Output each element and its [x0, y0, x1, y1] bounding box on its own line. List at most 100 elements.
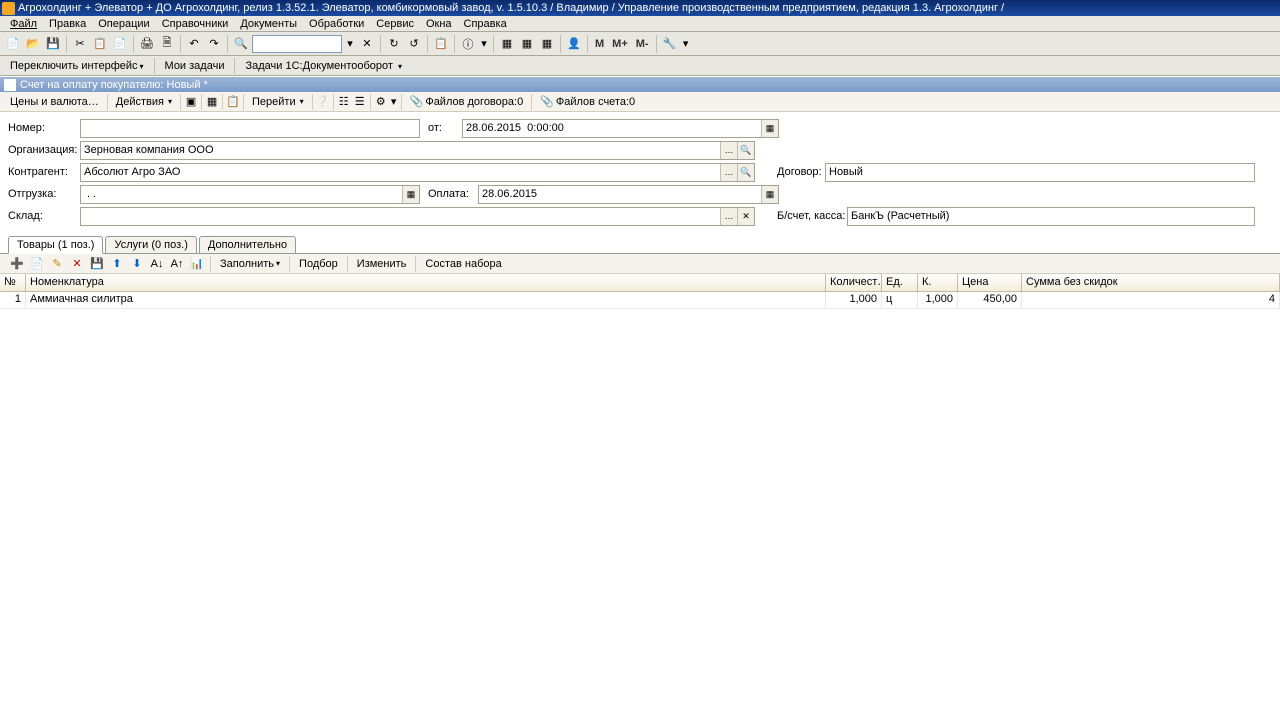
help-icon[interactable]: ❔: [315, 94, 331, 110]
new-icon[interactable]: 📄: [4, 35, 22, 53]
tab-goods[interactable]: Товары (1 поз.): [8, 236, 103, 254]
select-icon[interactable]: …: [720, 208, 737, 225]
menu-processing[interactable]: Обработки: [303, 18, 370, 30]
calendar2-icon[interactable]: ▦: [538, 35, 556, 53]
calendar-icon[interactable]: ▦: [498, 35, 516, 53]
paste-icon[interactable]: 📄: [111, 35, 129, 53]
col-k[interactable]: К.: [918, 274, 958, 291]
col-sum[interactable]: Сумма без скидок: [1022, 274, 1280, 291]
tool-icon[interactable]: 🔧: [661, 35, 679, 53]
calendar-icon[interactable]: ▦: [761, 186, 778, 203]
add-icon[interactable]: ➕: [8, 255, 26, 273]
change-button[interactable]: Изменить: [352, 256, 412, 272]
down-icon[interactable]: ⬇: [128, 255, 146, 273]
counterparty-field[interactable]: …🔍: [80, 163, 755, 182]
warehouse-field[interactable]: …✕: [80, 207, 755, 226]
tasks-1c-button[interactable]: Задачи 1С:Документооборот ▾: [239, 58, 408, 74]
save-icon[interactable]: 💾: [44, 35, 62, 53]
copy-icon[interactable]: 📋: [91, 35, 109, 53]
organization-field[interactable]: …🔍: [80, 141, 755, 160]
search-icon[interactable]: 🔍: [737, 164, 754, 181]
delete-icon[interactable]: ✕: [68, 255, 86, 273]
redo-icon[interactable]: ↷: [205, 35, 223, 53]
chart-icon[interactable]: 📊: [188, 255, 206, 273]
m-button[interactable]: М: [592, 38, 607, 50]
menu-edit[interactable]: Правка: [43, 18, 92, 30]
col-unit[interactable]: Ед.: [882, 274, 918, 291]
select-button[interactable]: Подбор: [294, 256, 343, 272]
shipment-field[interactable]: ▦: [80, 185, 420, 204]
clear-icon[interactable]: ✕: [737, 208, 754, 225]
menu-help[interactable]: Справка: [458, 18, 513, 30]
bank-field[interactable]: [847, 207, 1255, 226]
calendar-icon[interactable]: ▦: [761, 120, 778, 137]
menu-service[interactable]: Сервис: [370, 18, 420, 30]
sort-desc-icon[interactable]: A↑: [168, 255, 186, 273]
contract-files-button[interactable]: 📎 Файлов договора:0: [404, 92, 530, 111]
basis-icon[interactable]: 📋: [225, 94, 241, 110]
search-icon[interactable]: 🔍: [737, 142, 754, 159]
tab-services[interactable]: Услуги (0 поз.): [105, 236, 196, 254]
col-price[interactable]: Цена: [958, 274, 1022, 291]
invoice-files-button[interactable]: 📎 Файлов счета:0: [534, 92, 641, 111]
gear-icon[interactable]: ⚙: [373, 94, 389, 110]
sort-asc-icon[interactable]: A↓: [148, 255, 166, 273]
tab-additional[interactable]: Дополнительно: [199, 236, 296, 254]
date-field[interactable]: ▦: [462, 119, 779, 138]
my-tasks-button[interactable]: Мои задачи: [159, 58, 231, 74]
actions-button[interactable]: Действия▾: [110, 93, 178, 111]
select-icon[interactable]: …: [720, 142, 737, 159]
contract-field[interactable]: [825, 163, 1255, 182]
payment-field[interactable]: ▦: [478, 185, 779, 204]
dropdown-icon[interactable]: ▾: [344, 35, 356, 53]
m-minus-button[interactable]: М-: [633, 38, 652, 50]
post-icon[interactable]: ▣: [183, 94, 199, 110]
clipboard-icon[interactable]: 📋: [432, 35, 450, 53]
copy-row-icon[interactable]: 📄: [28, 255, 46, 273]
col-quantity[interactable]: Количест…: [826, 274, 882, 291]
up-icon[interactable]: ⬆: [108, 255, 126, 273]
undo-icon[interactable]: ↶: [185, 35, 203, 53]
grid-icon[interactable]: ▦: [518, 35, 536, 53]
set-content-button[interactable]: Состав набора: [420, 256, 506, 272]
struct-icon[interactable]: ☷: [336, 94, 352, 110]
number-field[interactable]: [80, 119, 420, 138]
m-plus-button[interactable]: М+: [609, 38, 631, 50]
menu-catalogs[interactable]: Справочники: [156, 18, 235, 30]
switch-interface-button[interactable]: Переключить интерфейс▾: [4, 58, 150, 74]
col-num[interactable]: №: [0, 274, 26, 291]
grid-body[interactable]: 1 Аммиачная силитра 1,000 ц 1,000 450,00…: [0, 292, 1280, 692]
chevron-down-icon: ▾: [166, 97, 172, 106]
user-icon[interactable]: 👤: [565, 35, 583, 53]
table-row[interactable]: 1 Аммиачная силитра 1,000 ц 1,000 450,00…: [0, 292, 1280, 309]
document-icon: [4, 79, 16, 91]
select-icon[interactable]: …: [720, 164, 737, 181]
menu-windows[interactable]: Окна: [420, 18, 458, 30]
prices-button[interactable]: Цены и валюта…: [4, 93, 105, 111]
template-icon[interactable]: ▦: [204, 94, 220, 110]
info-icon[interactable]: ⓘ: [459, 35, 477, 53]
dropdown2-icon[interactable]: ▾: [479, 35, 489, 53]
dropdown-icon[interactable]: ▾: [389, 94, 399, 110]
menu-file[interactable]: Файл: [4, 18, 43, 30]
list-icon[interactable]: ☰: [352, 94, 368, 110]
col-nomenclature[interactable]: Номенклатура: [26, 274, 826, 291]
cut-icon[interactable]: ✂: [71, 35, 89, 53]
print-icon[interactable]: 🖨: [138, 35, 156, 53]
open-icon[interactable]: 📂: [24, 35, 42, 53]
menu-documents[interactable]: Документы: [234, 18, 303, 30]
refresh2-icon[interactable]: ↺: [405, 35, 423, 53]
print-preview-icon[interactable]: 🗎: [158, 35, 176, 53]
clear-icon[interactable]: ✕: [358, 35, 376, 53]
goto-button[interactable]: Перейти▾: [246, 93, 310, 111]
menu-operations[interactable]: Операции: [92, 18, 155, 30]
search-input[interactable]: [252, 35, 342, 53]
payment-label: Оплата:: [420, 188, 478, 200]
search-icon[interactable]: 🔍: [232, 35, 250, 53]
edit-icon[interactable]: ✎: [48, 255, 66, 273]
fill-button[interactable]: Заполнить▾: [215, 256, 285, 272]
save-icon[interactable]: 💾: [88, 255, 106, 273]
calendar-icon[interactable]: ▦: [402, 186, 419, 203]
refresh-icon[interactable]: ↻: [385, 35, 403, 53]
dropdown3-icon[interactable]: ▾: [681, 35, 691, 53]
